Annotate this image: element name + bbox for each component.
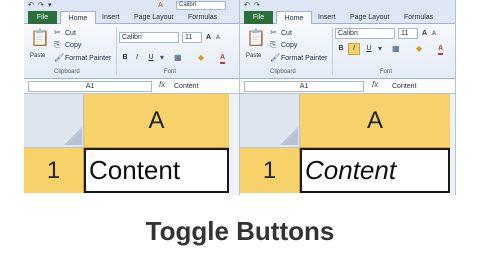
select-all-triangle-icon <box>280 127 298 145</box>
italic-button-pressed[interactable]: I <box>348 43 360 55</box>
select-all-corner[interactable] <box>24 94 84 148</box>
underline-button[interactable]: U <box>146 53 156 64</box>
fill-color-icon[interactable]: ◆ <box>198 53 204 63</box>
font-name-box[interactable]: Calibri <box>119 32 179 43</box>
font-color-qat-icon[interactable]: A <box>158 1 163 10</box>
clipboard-group-label: Clipboard <box>54 69 80 75</box>
tab-page-layout[interactable]: Page Layout <box>134 13 173 23</box>
group-divider <box>332 27 333 75</box>
tab-formulas[interactable]: Formulas <box>404 13 433 23</box>
cut-button[interactable]: Cut <box>281 29 292 38</box>
clipboard-group-label: Clipboard <box>270 69 296 75</box>
select-all-triangle-icon <box>64 127 82 145</box>
italic-button[interactable]: I <box>132 53 142 64</box>
bold-button[interactable]: B <box>120 53 130 64</box>
font-size-box[interactable]: 11 <box>398 28 418 39</box>
font-group-label: Font <box>380 69 393 75</box>
font-name-box[interactable]: Calibri <box>335 28 395 39</box>
format-painter-button[interactable]: Format Painter <box>281 54 327 63</box>
excel-window-left: ↶ ↷ ▾ A Calibri File Home Insert Page La… <box>24 0 240 195</box>
ribbon-home: 📋 Paste ✂ Cut ⎘ Copy 🖌 Format Painter Cl… <box>24 24 239 79</box>
font-size-box[interactable]: 11 <box>182 32 202 43</box>
paste-icon[interactable]: 📋 <box>246 30 266 48</box>
name-box[interactable]: A1 <box>244 81 364 92</box>
underline-dropdown-icon[interactable]: ▾ <box>378 44 382 54</box>
format-painter-button[interactable]: Format Painter <box>65 54 111 63</box>
paste-icon[interactable]: 📋 <box>30 30 50 48</box>
ribbon-home: 📋 Paste ✂ Cut ⎘ Copy 🖌 Format Painter Cl… <box>240 24 455 79</box>
cell-a1[interactable]: Content <box>300 148 450 193</box>
font-color-button[interactable]: A <box>438 44 444 55</box>
underline-dropdown-icon[interactable]: ▾ <box>160 53 164 63</box>
redo-icon[interactable]: ↷ <box>38 1 44 10</box>
tab-home[interactable]: Home <box>60 11 96 25</box>
quick-access-toolbar: ↶ ↷ ▾ A Calibri <box>24 0 239 11</box>
tab-file[interactable]: File <box>244 11 273 24</box>
copy-button[interactable]: Copy <box>281 41 297 50</box>
tab-file[interactable]: File <box>28 11 57 24</box>
tab-insert[interactable]: Insert <box>102 13 120 23</box>
shrink-font-button[interactable]: A <box>432 30 436 39</box>
ribbon-tabs: File Home Insert Page Layout Formulas <box>24 11 239 25</box>
caption-title: Toggle Buttons <box>145 216 335 246</box>
toggle-buttons-comparison: ↶ ↷ ▾ A Calibri File Home Insert Page La… <box>0 0 480 270</box>
row-header-1[interactable]: 1 <box>240 148 300 193</box>
ribbon-tabs: File Home Insert Page Layout Formulas <box>240 11 455 25</box>
paste-label[interactable]: Paste <box>246 52 261 61</box>
underline-button[interactable]: U <box>364 44 374 55</box>
borders-icon[interactable]: ▦ <box>174 53 182 63</box>
fill-color-icon[interactable]: ◆ <box>416 44 422 54</box>
cell-a1[interactable]: Content <box>84 148 229 193</box>
redo-icon[interactable]: ↷ <box>254 1 260 10</box>
font-group-label: Font <box>164 69 177 75</box>
grow-font-button[interactable]: A <box>422 29 427 38</box>
customize-qat-icon[interactable]: ▾ <box>48 1 52 10</box>
copy-icon[interactable]: ⎘ <box>54 40 60 50</box>
undo-icon[interactable]: ↶ <box>28 1 34 10</box>
formula-bar: A1 fx Content <box>24 79 239 94</box>
quick-access-toolbar: ↶ ↷ <box>240 0 455 11</box>
grid-overflow-area <box>229 94 239 195</box>
borders-icon[interactable]: ▦ <box>392 44 400 54</box>
shrink-font-button[interactable]: A <box>216 34 220 43</box>
worksheet-grid: A 1 Content <box>240 94 455 195</box>
undo-icon[interactable]: ↶ <box>244 1 250 10</box>
cut-button[interactable]: Cut <box>65 29 76 38</box>
grow-font-button[interactable]: A <box>206 33 211 42</box>
tab-insert[interactable]: Insert <box>318 13 336 23</box>
excel-window-right: ↶ ↷ File Home Insert Page Layout Formula… <box>240 0 456 195</box>
format-painter-icon[interactable]: 🖌 <box>270 53 280 63</box>
cut-icon[interactable]: ✂ <box>270 28 277 38</box>
grid-overflow-area <box>450 94 455 195</box>
column-header-a[interactable]: A <box>300 94 450 148</box>
bold-button[interactable]: B <box>336 44 346 55</box>
format-painter-icon[interactable]: 🖌 <box>54 53 64 63</box>
formula-input[interactable]: Content <box>174 82 199 91</box>
tab-page-layout[interactable]: Page Layout <box>350 13 389 23</box>
column-header-a[interactable]: A <box>84 94 229 148</box>
cut-icon[interactable]: ✂ <box>54 28 61 38</box>
fx-icon[interactable]: fx <box>159 80 165 89</box>
qat-font-box[interactable]: Calibri <box>176 1 226 10</box>
tab-home[interactable]: Home <box>276 11 312 25</box>
formula-bar: A1 fx Content <box>240 79 455 94</box>
name-box[interactable]: A1 <box>28 81 152 92</box>
worksheet-grid: A 1 Content <box>24 94 239 195</box>
tab-formulas[interactable]: Formulas <box>188 13 217 23</box>
paste-label[interactable]: Paste <box>30 52 45 61</box>
group-divider <box>116 27 117 75</box>
select-all-corner[interactable] <box>240 94 300 148</box>
copy-button[interactable]: Copy <box>65 41 81 50</box>
font-color-button[interactable]: A <box>220 53 226 64</box>
copy-icon[interactable]: ⎘ <box>270 40 276 50</box>
row-header-1[interactable]: 1 <box>24 148 84 193</box>
fx-icon[interactable]: fx <box>372 80 378 89</box>
formula-input[interactable]: Content <box>392 82 417 91</box>
